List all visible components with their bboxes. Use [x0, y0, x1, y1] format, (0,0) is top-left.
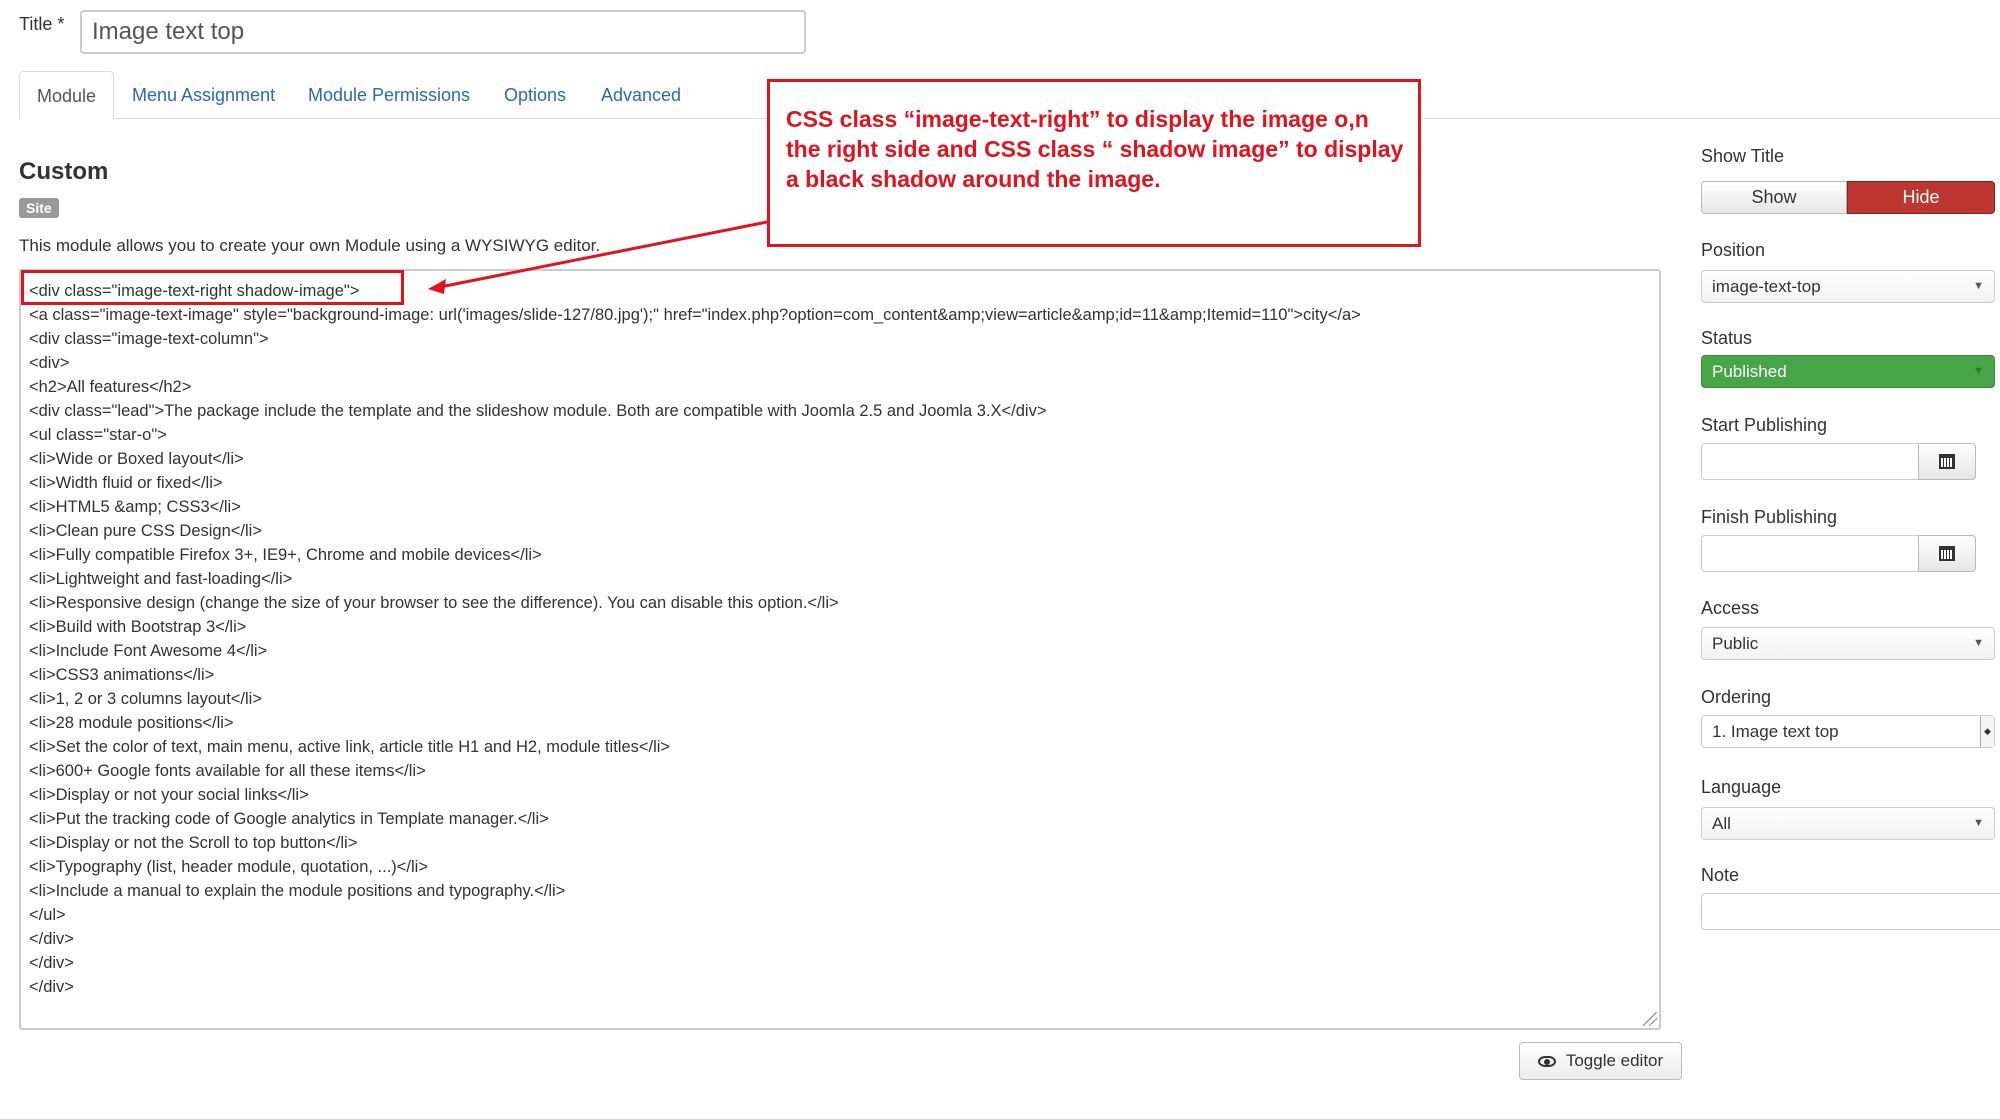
code-editor[interactable]: <div class="image-text-right shadow-imag…	[19, 269, 1661, 1030]
code-line: <li>Display or not your social links</li…	[29, 786, 309, 804]
note-label: Note	[1701, 865, 1740, 885]
code-line: <li>Display or not the Scroll to top but…	[29, 834, 358, 852]
position-select[interactable]: image-text-top ▼	[1701, 270, 1995, 303]
finish-publishing-field	[1701, 535, 1976, 572]
tab-module-permissions[interactable]: Module Permissions	[291, 71, 487, 119]
code-line: <li>Put the tracking code of Google anal…	[29, 810, 549, 828]
chevron-down-icon: ▼	[1973, 817, 1984, 829]
code-line: <li>Build with Bootstrap 3</li>	[29, 618, 247, 636]
tab-menu-assignment[interactable]: Menu Assignment	[115, 71, 292, 119]
code-line: <li>Fully compatible Firefox 3+, IE9+, C…	[29, 546, 542, 564]
dropdown-arrow-icon: ◆	[1980, 716, 1994, 747]
code-line: <li>Clean pure CSS Design</li>	[29, 522, 262, 540]
note-input[interactable]	[1701, 893, 2000, 930]
chevron-down-icon: ▼	[1973, 365, 1984, 377]
start-publishing-calendar-button[interactable]	[1918, 443, 1976, 480]
code-line: <li>600+ Google fonts available for all …	[29, 762, 426, 780]
title-input[interactable]	[80, 10, 806, 54]
tab-module[interactable]: Module	[19, 71, 115, 120]
resize-handle[interactable]	[1643, 1012, 1657, 1026]
annotation-text: CSS class “image-text-right” to display …	[786, 106, 1404, 192]
access-value: Public	[1712, 634, 1759, 653]
language-label: Language	[1701, 777, 1782, 797]
code-line: <li>Responsive design (change the size o…	[29, 594, 839, 612]
code-highlight-box	[21, 270, 404, 305]
code-line: <ul class="star-o">	[29, 426, 167, 444]
code-line: <div class="lead">The package include th…	[29, 402, 1047, 420]
position-value: image-text-top	[1712, 277, 1821, 296]
code-line: <li>Typography (list, header module, quo…	[29, 858, 428, 876]
code-line: </div>	[29, 954, 74, 972]
show-title-toggle: Show Hide	[1701, 181, 1995, 214]
code-line: <li>Include a manual to explain the modu…	[29, 882, 566, 900]
code-line: <h2>All features</h2>	[29, 378, 192, 396]
title-row: Title *	[19, 10, 81, 54]
language-value: All	[1712, 814, 1731, 833]
show-title-label: Show Title	[1701, 146, 1785, 166]
access-label: Access	[1701, 598, 1760, 618]
finish-publishing-input[interactable]	[1701, 535, 1919, 572]
start-publishing-label: Start Publishing	[1701, 415, 1828, 435]
start-publishing-field	[1701, 443, 1976, 480]
code-line: <li>1, 2 or 3 columns layout</li>	[29, 690, 262, 708]
eye-icon	[1537, 1055, 1556, 1067]
chevron-down-icon: ▼	[1973, 637, 1984, 649]
code-line: <a class="image-text-image" style="backg…	[29, 306, 1361, 324]
tab-advanced[interactable]: Advanced	[584, 71, 698, 119]
code-line: <div class="image-text-column">	[29, 330, 269, 348]
code-line: </ul>	[29, 906, 66, 924]
status-value: Published	[1712, 362, 1787, 381]
code-line: <div>	[29, 354, 70, 372]
code-line: <li>28 module positions</li>	[29, 714, 234, 732]
code-line: <li>Lightweight and fast-loading</li>	[29, 570, 293, 588]
toggle-editor-button[interactable]: Toggle editor	[1519, 1042, 1682, 1080]
chevron-down-icon: ▼	[1973, 280, 1984, 292]
title-label: Title *	[19, 13, 65, 34]
module-type-heading: Custom	[19, 158, 109, 185]
position-label: Position	[1701, 240, 1766, 260]
finish-publishing-calendar-button[interactable]	[1918, 535, 1976, 572]
code-line: <li>Wide or Boxed layout</li>	[29, 450, 244, 468]
annotation-callout: CSS class “image-text-right” to display …	[767, 79, 1421, 247]
access-select[interactable]: Public ▼	[1701, 627, 1995, 660]
hide-button[interactable]: Hide	[1847, 181, 1995, 214]
start-publishing-input[interactable]	[1701, 443, 1919, 480]
code-line: </div>	[29, 930, 74, 948]
language-select[interactable]: All ▼	[1701, 807, 1995, 840]
ordering-value: 1. Image text top	[1712, 722, 1839, 741]
code-line: <li>Set the color of text, main menu, ac…	[29, 738, 671, 756]
code-lines: <div class="image-text-right shadow-imag…	[29, 279, 1361, 999]
show-button[interactable]: Show	[1701, 181, 1847, 214]
finish-publishing-label: Finish Publishing	[1701, 507, 1838, 527]
module-description: This module allows you to create your ow…	[19, 236, 601, 255]
ordering-label: Ordering	[1701, 687, 1772, 707]
code-line: <li>HTML5 &amp; CSS3</li>	[29, 498, 241, 516]
status-select[interactable]: Published ▼	[1701, 355, 1995, 388]
status-label: Status	[1701, 328, 1753, 348]
code-line: <li>CSS3 animations</li>	[29, 666, 215, 684]
tab-options[interactable]: Options	[487, 71, 583, 119]
toggle-editor-label: Toggle editor	[1565, 1051, 1664, 1070]
code-line: <li>Width fluid or fixed</li>	[29, 474, 223, 492]
code-line: <li>Include Font Awesome 4</li>	[29, 642, 268, 660]
site-badge: Site	[19, 198, 59, 218]
calendar-icon	[1939, 454, 1955, 469]
code-line: </div>	[29, 978, 74, 996]
calendar-icon	[1939, 546, 1955, 561]
ordering-select[interactable]: 1. Image text top ◆	[1701, 715, 1995, 748]
